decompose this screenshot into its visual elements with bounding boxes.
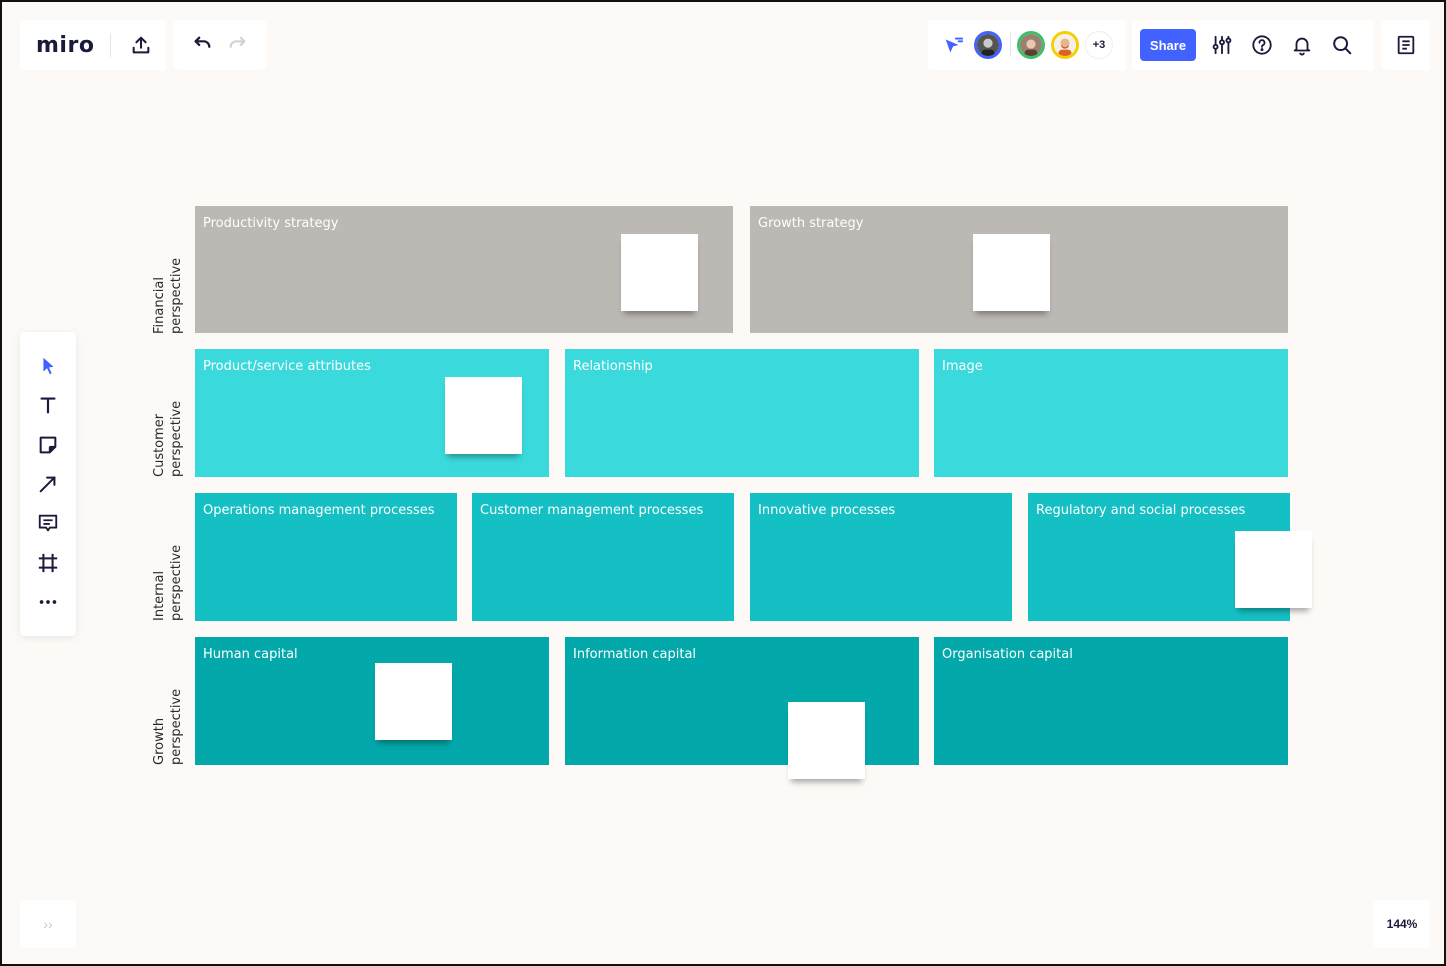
chevrons-right-icon: ››: [43, 916, 53, 932]
creation-toolbar: [20, 332, 76, 636]
avatar[interactable]: [1051, 31, 1079, 59]
sticky-note-icon[interactable]: [34, 431, 62, 459]
zoom-level: 144%: [1386, 917, 1418, 931]
arrow-icon[interactable]: [34, 470, 62, 498]
sticky-note[interactable]: [788, 702, 865, 779]
sticky-note[interactable]: [1235, 531, 1312, 608]
frame-icon[interactable]: [34, 549, 62, 577]
bell-icon[interactable]: [1288, 31, 1316, 59]
sticky-note[interactable]: [621, 234, 698, 311]
comment-icon[interactable]: [34, 509, 62, 537]
sticky-note[interactable]: [445, 377, 522, 454]
logo-panel: miro: [20, 20, 166, 70]
miro-logo[interactable]: miro: [36, 33, 94, 58]
avatar[interactable]: [974, 31, 1002, 59]
text-icon[interactable]: [34, 391, 62, 419]
upload-icon[interactable]: [127, 31, 155, 59]
row-label-growth: Growth perspective: [152, 688, 184, 765]
board-cell[interactable]: Customer management processes: [472, 493, 734, 621]
board-cell[interactable]: Information capital: [565, 637, 919, 765]
board-cell[interactable]: Relationship: [565, 349, 919, 477]
history-panel: [174, 20, 266, 70]
undo-icon[interactable]: [188, 31, 216, 59]
share-button[interactable]: Share: [1140, 29, 1196, 61]
row-label-financial: Financial perspective: [152, 257, 184, 334]
divider: [1010, 33, 1011, 57]
board-cell[interactable]: Image: [934, 349, 1288, 477]
cursor-icon[interactable]: [34, 352, 62, 380]
top-right-toolbar: Share: [1132, 20, 1374, 70]
zoom-level-button[interactable]: 144%: [1374, 900, 1430, 948]
notes-panel: [1382, 20, 1430, 70]
sticky-note[interactable]: [375, 663, 452, 740]
board-cell[interactable]: Innovative processes: [750, 493, 1012, 621]
board-cell[interactable]: Human capital: [195, 637, 549, 765]
sliders-icon[interactable]: [1208, 31, 1236, 59]
board-cell[interactable]: Operations management processes: [195, 493, 457, 621]
row-label-customer: Customer perspective: [152, 400, 184, 477]
help-icon[interactable]: [1248, 31, 1276, 59]
user-photo-icon: [1020, 34, 1042, 56]
cursor-follow-icon[interactable]: [940, 31, 968, 59]
divider: [110, 33, 112, 57]
board-cell[interactable]: Organisation capital: [934, 637, 1288, 765]
notes-icon[interactable]: [1392, 31, 1420, 59]
user-photo-icon: [1054, 34, 1076, 56]
more-collaborators-badge[interactable]: +3: [1085, 31, 1113, 59]
user-photo-icon: [977, 34, 999, 56]
more-icon[interactable]: [34, 588, 62, 616]
redo-icon[interactable]: [224, 31, 252, 59]
avatar[interactable]: [1017, 31, 1045, 59]
collaborators-panel: +3: [928, 20, 1126, 70]
row-label-internal: Internal perspective: [152, 544, 184, 621]
expand-panel-button[interactable]: ››: [20, 900, 76, 948]
sticky-note[interactable]: [973, 234, 1050, 311]
search-icon[interactable]: [1328, 31, 1356, 59]
